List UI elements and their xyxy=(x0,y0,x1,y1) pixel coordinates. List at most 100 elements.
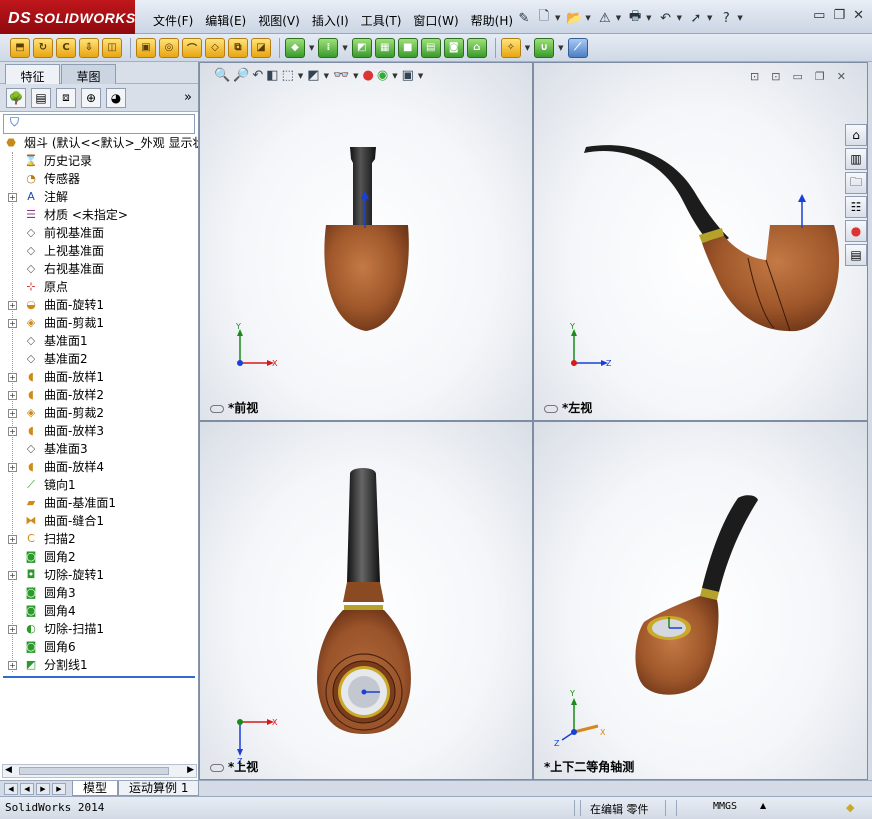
tree-item[interactable]: + C 扫描2 xyxy=(0,530,198,548)
viewport-single-icon[interactable]: ⊡ xyxy=(771,70,780,83)
swept-surface-icon[interactable]: ⌒ xyxy=(182,37,202,58)
chevron-down-icon[interactable]: ▼ xyxy=(558,44,563,52)
restore-icon[interactable]: ❐ xyxy=(815,70,825,83)
zoom-to-area-icon[interactable]: 🔎 xyxy=(233,68,249,83)
scroll-right-icon[interactable]: ▶ xyxy=(187,765,194,775)
chevron-down-icon[interactable]: ▼ xyxy=(353,72,358,80)
tree-filter-input[interactable]: ⛉ xyxy=(3,114,195,134)
design-library-icon[interactable]: ▥ xyxy=(845,148,867,170)
apply-scene-icon[interactable]: ◉ xyxy=(377,68,388,83)
tree-item[interactable]: ⌛ 历史记录 xyxy=(0,152,198,170)
chevron-down-icon[interactable]: ▼ xyxy=(298,72,303,80)
tab-features[interactable]: 特征 xyxy=(5,64,60,84)
last-tab-icon[interactable]: ▶ xyxy=(52,783,66,795)
help-icon[interactable]: ? xyxy=(716,8,736,28)
home-icon[interactable]: ⌂ xyxy=(845,124,867,146)
chevron-down-icon[interactable]: ▼ xyxy=(677,14,682,22)
chevron-down-icon[interactable]: ▼ xyxy=(525,44,530,52)
chevron-down-icon[interactable]: ▼ xyxy=(418,72,423,80)
tree-item[interactable]: ◙ 圆角2 xyxy=(0,548,198,566)
tree-item[interactable]: + ◐ 切除-扫描1 xyxy=(0,620,198,638)
expand-icon[interactable]: + xyxy=(8,427,17,436)
view-palette-icon[interactable]: ☷ xyxy=(845,196,867,218)
display-manager-icon[interactable]: ◕ xyxy=(106,87,126,108)
expand-icon[interactable]: + xyxy=(8,373,17,382)
dimxpert-manager-icon[interactable]: ⊕ xyxy=(81,87,101,108)
prev-tab-icon[interactable]: ◀ xyxy=(20,783,34,795)
tree-item[interactable]: + A 注解 xyxy=(0,188,198,206)
pin-icon[interactable]: ✎ xyxy=(514,8,534,28)
tree-item[interactable]: + ◘ 切除-旋转1 xyxy=(0,566,198,584)
tree-item[interactable]: + ◖ 曲面-放样1 xyxy=(0,368,198,386)
offset-surface-icon[interactable]: ⧉ xyxy=(228,37,248,58)
chevron-down-icon[interactable]: ▼ xyxy=(309,44,314,52)
previous-view-icon[interactable]: ↶ xyxy=(252,68,263,83)
revolved-surface-icon[interactable]: ◎ xyxy=(159,37,179,58)
tab-sketch[interactable]: 草图 xyxy=(61,64,116,84)
minimize-icon[interactable]: ▭ xyxy=(813,8,825,23)
tree-item[interactable]: + ◈ 曲面-剪裁2 xyxy=(0,404,198,422)
scroll-left-icon[interactable]: ◀ xyxy=(5,765,12,775)
tree-horizontal-scrollbar[interactable]: ◀ ▶ xyxy=(2,764,197,778)
expand-icon[interactable]: + xyxy=(8,625,17,634)
solidworks-logo[interactable]: DS SOLIDWORKS xyxy=(0,0,135,34)
tree-root-part[interactable]: ⬣ 烟斗 (默认<<默认>_外观 显示状 xyxy=(0,134,198,152)
tree-item[interactable]: ◔ 传感器 xyxy=(0,170,198,188)
appearances-icon[interactable]: ● xyxy=(845,220,867,242)
chevron-down-icon[interactable]: ▼ xyxy=(616,14,621,22)
link-views-icon[interactable] xyxy=(544,404,558,413)
extruded-surface-icon[interactable]: ▣ xyxy=(136,37,156,58)
knit-surface-icon[interactable]: ▦ xyxy=(374,37,395,58)
custom-properties-icon[interactable]: ▤ xyxy=(845,244,867,266)
chevron-down-icon[interactable]: ▼ xyxy=(555,14,560,22)
tree-item[interactable]: ◇ 右视基准面 xyxy=(0,260,198,278)
tree-item[interactable]: ◙ 圆角4 xyxy=(0,602,198,620)
feature-manager-icon[interactable]: 🌳 xyxy=(6,87,26,108)
quick-tips-icon[interactable]: ◆ xyxy=(846,801,854,814)
tree-item[interactable]: ◇ 基准面2 xyxy=(0,350,198,368)
expand-icon[interactable]: + xyxy=(8,193,17,202)
viewport-isometric[interactable]: Y Z X *上下二等角轴测 xyxy=(533,421,868,780)
curves-icon[interactable]: ✧ xyxy=(500,37,521,58)
chevron-double-right-icon[interactable]: » xyxy=(184,90,192,105)
tree-item[interactable]: ⊹ 原点 xyxy=(0,278,198,296)
configuration-manager-icon[interactable]: ⧈ xyxy=(56,87,76,108)
fill-surface-icon[interactable]: ◪ xyxy=(251,37,271,58)
hide-show-items-icon[interactable]: 👓 xyxy=(333,68,349,83)
property-manager-icon[interactable]: ▤ xyxy=(31,87,51,108)
menu-window[interactable]: 窗口(W) xyxy=(408,0,465,34)
tab-motion-study[interactable]: 运动算例 1 xyxy=(118,781,200,796)
menu-view[interactable]: 视图(V) xyxy=(253,0,307,34)
expand-icon[interactable]: + xyxy=(8,409,17,418)
tree-item[interactable]: + ◖ 曲面-放样2 xyxy=(0,386,198,404)
tree-item[interactable]: ◙ 圆角3 xyxy=(0,584,198,602)
section-view-icon[interactable]: ◧ xyxy=(266,68,278,83)
loft-icon[interactable]: ⇩ xyxy=(79,37,99,58)
menu-tools[interactable]: 工具(T) xyxy=(356,0,409,34)
extrude-icon[interactable]: ⬒ xyxy=(10,37,30,58)
expand-icon[interactable]: + xyxy=(8,391,17,400)
expand-icon[interactable]: + xyxy=(8,301,17,310)
close-icon[interactable]: ✕ xyxy=(837,70,846,83)
unit-system[interactable]: MMGS xyxy=(713,801,737,812)
viewport-left[interactable]: Y Z *左视 xyxy=(533,62,868,421)
tree-item[interactable]: ⧓ 曲面-缝合1 xyxy=(0,512,198,530)
chevron-down-icon[interactable]: ▼ xyxy=(737,14,742,22)
display-style-icon[interactable]: ◩ xyxy=(307,68,319,83)
link-views-icon[interactable] xyxy=(210,404,224,413)
tree-item[interactable]: + ◈ 曲面-剪裁1 xyxy=(0,314,198,332)
tree-item[interactable]: + ◖ 曲面-放样3 xyxy=(0,422,198,440)
menu-edit[interactable]: 编辑(E) xyxy=(200,0,253,34)
tab-model[interactable]: 模型 xyxy=(72,781,119,796)
instant3d-icon[interactable]: ⟋ xyxy=(567,37,588,58)
reference-geometry-icon[interactable]: ◆ xyxy=(285,37,305,58)
chevron-down-icon[interactable]: ▼ xyxy=(707,14,712,22)
tree-item[interactable]: ◇ 基准面3 xyxy=(0,440,198,458)
open-folder-icon[interactable]: 📂 xyxy=(564,8,584,28)
tree-item[interactable]: + ◒ 曲面-旋转1 xyxy=(0,296,198,314)
chevron-down-icon[interactable]: ▼ xyxy=(646,14,651,22)
next-tab-icon[interactable]: ▶ xyxy=(36,783,50,795)
trim-surface-icon[interactable]: ◩ xyxy=(351,37,372,58)
tree-item[interactable]: ⟋ 镜向1 xyxy=(0,476,198,494)
menu-insert[interactable]: 插入(I) xyxy=(307,0,356,34)
